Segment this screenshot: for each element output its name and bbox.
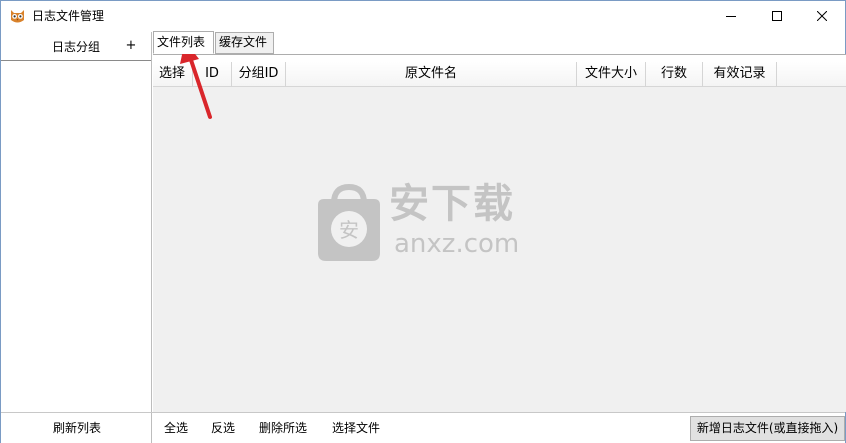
title-bar[interactable]: 日志文件管理 bbox=[1, 1, 845, 32]
watermark-bag-glyph: 安 bbox=[339, 218, 359, 242]
close-button[interactable] bbox=[799, 1, 845, 31]
bottom-toolbar: 刷新列表 全选 反选 删除所选 选择文件 新增日志文件(或直接拖入) bbox=[1, 412, 845, 443]
app-window: 日志文件管理 日志分组 + 文件列表 缓存文件 选择 ID 分组ID 原文件名 bbox=[0, 0, 846, 443]
refresh-list-button[interactable]: 刷新列表 bbox=[53, 419, 101, 437]
minimize-button[interactable] bbox=[708, 1, 754, 31]
invert-selection-button[interactable]: 反选 bbox=[211, 419, 235, 437]
table-header: 选择 ID 分组ID 原文件名 文件大小 行数 有效记录 bbox=[153, 62, 846, 87]
delete-selected-button[interactable]: 删除所选 bbox=[259, 419, 307, 437]
group-title: 日志分组 bbox=[52, 40, 101, 54]
group-panel: 日志分组 + bbox=[1, 32, 152, 412]
tab-cache-files[interactable]: 缓存文件 bbox=[215, 32, 274, 54]
window-title: 日志文件管理 bbox=[32, 9, 105, 23]
owl-app-icon bbox=[11, 10, 24, 23]
minimize-icon bbox=[726, 16, 736, 17]
maximize-icon bbox=[772, 11, 782, 21]
watermark-domain-text: anxz.com bbox=[394, 229, 520, 259]
bottom-left-area: 刷新列表 bbox=[1, 413, 152, 443]
add-log-file-button[interactable]: 新增日志文件(或直接拖入) bbox=[690, 416, 845, 441]
group-header: 日志分组 + bbox=[1, 32, 151, 61]
column-header-filesize[interactable]: 文件大小 bbox=[577, 62, 646, 87]
column-header-filename[interactable]: 原文件名 bbox=[286, 62, 577, 87]
watermark-chinese-text: 安下载 bbox=[389, 181, 515, 227]
watermark: 安 安下载 anxz.com bbox=[314, 181, 529, 263]
add-group-button[interactable]: + bbox=[123, 37, 139, 55]
column-header-valid-records[interactable]: 有效记录 bbox=[703, 62, 777, 87]
close-icon bbox=[817, 11, 827, 21]
shopping-bag-icon: 安 bbox=[318, 183, 380, 261]
select-all-button[interactable]: 全选 bbox=[164, 419, 188, 437]
tab-file-list[interactable]: 文件列表 bbox=[153, 31, 214, 54]
tab-content: 选择 ID 分组ID 原文件名 文件大小 行数 有效记录 安 安下载 anxz.… bbox=[153, 54, 846, 412]
column-header-line-count[interactable]: 行数 bbox=[646, 62, 703, 87]
choose-file-button[interactable]: 选择文件 bbox=[332, 419, 380, 437]
file-table[interactable]: 选择 ID 分组ID 原文件名 文件大小 行数 有效记录 安 安下载 anxz.… bbox=[153, 62, 846, 412]
maximize-button[interactable] bbox=[754, 1, 800, 31]
column-header-group-id[interactable]: 分组ID bbox=[232, 62, 286, 87]
